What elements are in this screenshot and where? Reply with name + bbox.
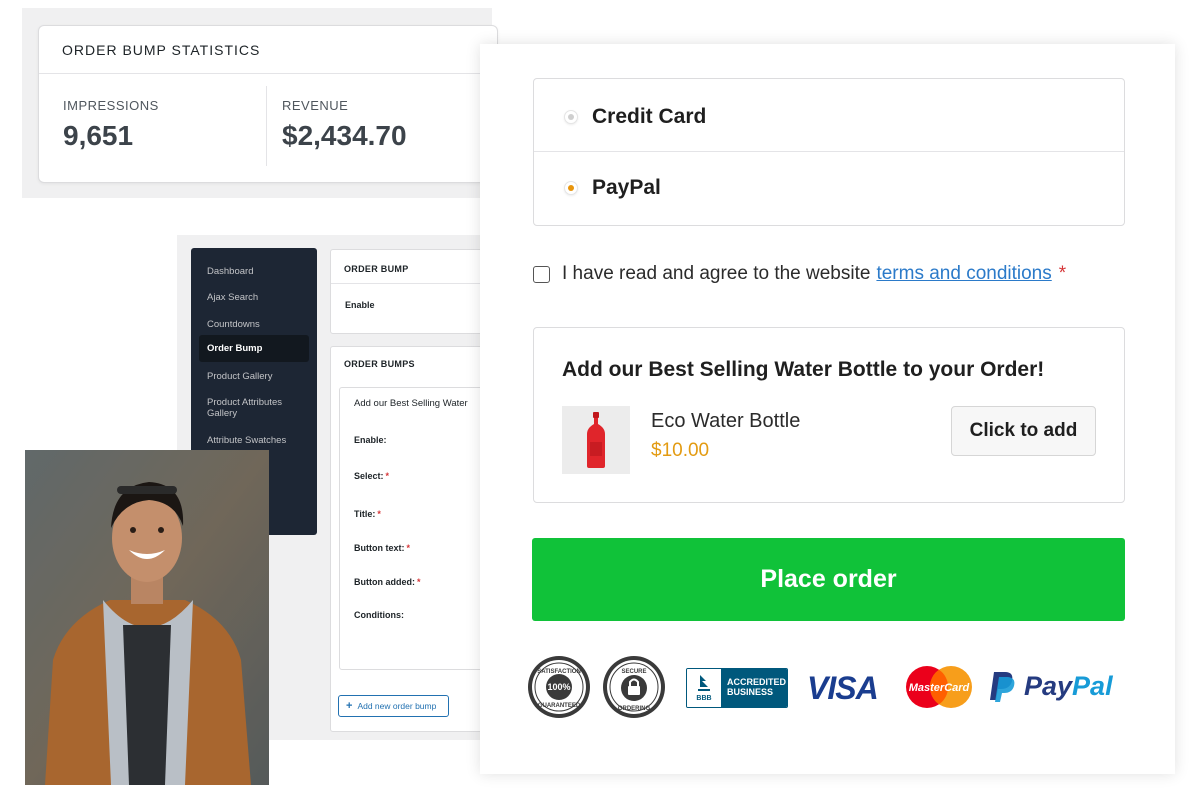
- payment-option-paypal[interactable]: PayPal: [534, 151, 1124, 223]
- payment-label-credit-card: Credit Card: [592, 105, 707, 128]
- bbb-line-1: ACCREDITED: [727, 677, 787, 687]
- paypal-pay: Pay: [1024, 670, 1073, 701]
- bump-item-panel: Add our Best Selling Water Enable: Selec…: [339, 387, 489, 670]
- order-bump-offer: Add our Best Selling Water Bottle to you…: [533, 327, 1125, 503]
- payment-option-credit-card[interactable]: Credit Card: [534, 81, 1124, 153]
- field-label: Enable:: [354, 435, 387, 445]
- payment-label-paypal: PayPal: [592, 175, 661, 199]
- bbb-accredited-badge: BBB ACCREDITED BUSINESS: [686, 668, 788, 708]
- bbb-text: ACCREDITED BUSINESS: [721, 669, 787, 707]
- sidebar-item-countdowns[interactable]: Countdowns: [199, 315, 309, 334]
- impressions-label: IMPRESSIONS: [63, 98, 159, 113]
- visa-logo: VISA: [807, 670, 879, 706]
- bbb-line-2: BUSINESS: [727, 687, 774, 697]
- field-label: Select:: [354, 471, 384, 481]
- stats-divider: [39, 73, 497, 74]
- order-bumps-heading: ORDER BUMPS: [344, 359, 415, 369]
- secure-top-text: SECURE: [621, 669, 646, 675]
- customer-photo: [25, 450, 269, 785]
- trust-badges: SATISFACTION 100% GUARANTEED SECURE ORDE…: [527, 652, 1147, 722]
- field-label: Button added:: [354, 577, 415, 587]
- secure-bottom-text: ORDERING: [618, 706, 651, 712]
- secure-ordering-badge: SECURE ORDERING: [603, 656, 665, 718]
- product-price: $10.00: [651, 440, 710, 461]
- field-enable: Enable:: [354, 435, 387, 445]
- stats-column-divider: [266, 86, 267, 166]
- required-mark: *: [385, 471, 390, 481]
- impressions-value: 9,651: [63, 120, 134, 151]
- order-bumps-box: ORDER BUMPS Add our Best Selling Water E…: [330, 346, 500, 732]
- required-mark: *: [417, 577, 421, 587]
- add-new-order-bump-label: Add new order bump: [357, 701, 437, 711]
- required-mark: *: [377, 509, 381, 519]
- field-select: Select: *: [354, 471, 389, 481]
- payment-methods: Credit Card PayPal: [533, 78, 1125, 226]
- bump-item-title[interactable]: Add our Best Selling Water: [354, 398, 468, 409]
- revenue-label: REVENUE: [282, 98, 349, 113]
- paypal-p-icon: [990, 672, 1015, 702]
- terms-label: I have read and agree to the website: [562, 263, 871, 284]
- order-bump-heading: ORDER BUMP: [344, 264, 409, 274]
- bbb-torch-icon: BBB: [687, 669, 721, 707]
- field-button-added: Button added: *: [354, 577, 421, 587]
- field-title: Title: *: [354, 509, 381, 519]
- product-name: Eco Water Bottle: [651, 410, 801, 432]
- checkout-card: Credit Card PayPal I have read and agree…: [480, 44, 1175, 774]
- radio-credit-card[interactable]: [564, 110, 578, 124]
- sidebar-item-ajax-search[interactable]: Ajax Search: [199, 288, 309, 307]
- terms-checkbox[interactable]: [533, 265, 550, 283]
- plus-icon: +: [346, 700, 353, 712]
- stats-card: ORDER BUMP STATISTICS IMPRESSIONS 9,651 …: [38, 25, 498, 183]
- field-conditions: Conditions:: [354, 610, 404, 620]
- bbb-torch-shape: [698, 674, 710, 691]
- radio-paypal[interactable]: [564, 180, 578, 195]
- field-label: Conditions:: [354, 610, 404, 620]
- mastercard-logo: MasterCard: [906, 666, 972, 708]
- sidebar-item-order-bump[interactable]: Order Bump: [199, 335, 309, 362]
- paypal-logo: PayPal: [990, 670, 1113, 702]
- field-label: Button text:: [354, 543, 405, 553]
- sidebar-item-product-gallery[interactable]: Product Gallery: [199, 367, 309, 386]
- field-button-text: Button text: *: [354, 543, 410, 553]
- terms-text: I have read and agree to the website term…: [562, 263, 1066, 285]
- box-divider: [331, 283, 499, 284]
- satisfaction-top-text: SATISFACTION: [537, 669, 581, 675]
- satisfaction-guaranteed-badge: SATISFACTION 100% GUARANTEED: [528, 656, 590, 718]
- add-new-order-bump-button[interactable]: + Add new order bump: [338, 695, 449, 717]
- click-to-add-button[interactable]: Click to add: [951, 406, 1096, 456]
- enable-label: Enable: [345, 300, 375, 310]
- satisfaction-percent: 100%: [547, 682, 570, 692]
- stats-title: ORDER BUMP STATISTICS: [62, 42, 261, 58]
- required-mark: *: [1058, 263, 1067, 284]
- sidebar-item-product-attributes-gallery[interactable]: Product Attributes Gallery: [199, 393, 309, 423]
- revenue-value: $2,434.70: [282, 120, 407, 151]
- sidebar-item-attribute-swatches[interactable]: Attribute Swatches: [199, 431, 309, 450]
- terms-link[interactable]: terms and conditions: [876, 263, 1051, 284]
- place-order-button[interactable]: Place order: [532, 538, 1125, 621]
- bump-title: Add our Best Selling Water Bottle to you…: [562, 358, 1045, 381]
- product-image: [562, 406, 630, 474]
- order-bump-settings-box: ORDER BUMP Enable: [330, 249, 500, 334]
- terms-row: I have read and agree to the website term…: [533, 263, 1066, 285]
- customer-photo-illustration: [25, 450, 269, 785]
- mastercard-text: MasterCard: [909, 682, 970, 694]
- field-label: Title:: [354, 509, 376, 519]
- water-bottle-icon: [587, 412, 605, 468]
- sidebar-item-dashboard[interactable]: Dashboard: [199, 262, 309, 281]
- required-mark: *: [406, 543, 411, 553]
- paypal-wordmark: PayPal: [1024, 671, 1113, 702]
- satisfaction-bottom-text: GUARANTEED: [538, 703, 581, 709]
- paypal-pal: Pal: [1072, 670, 1113, 701]
- bbb-mark: BBB: [696, 694, 712, 702]
